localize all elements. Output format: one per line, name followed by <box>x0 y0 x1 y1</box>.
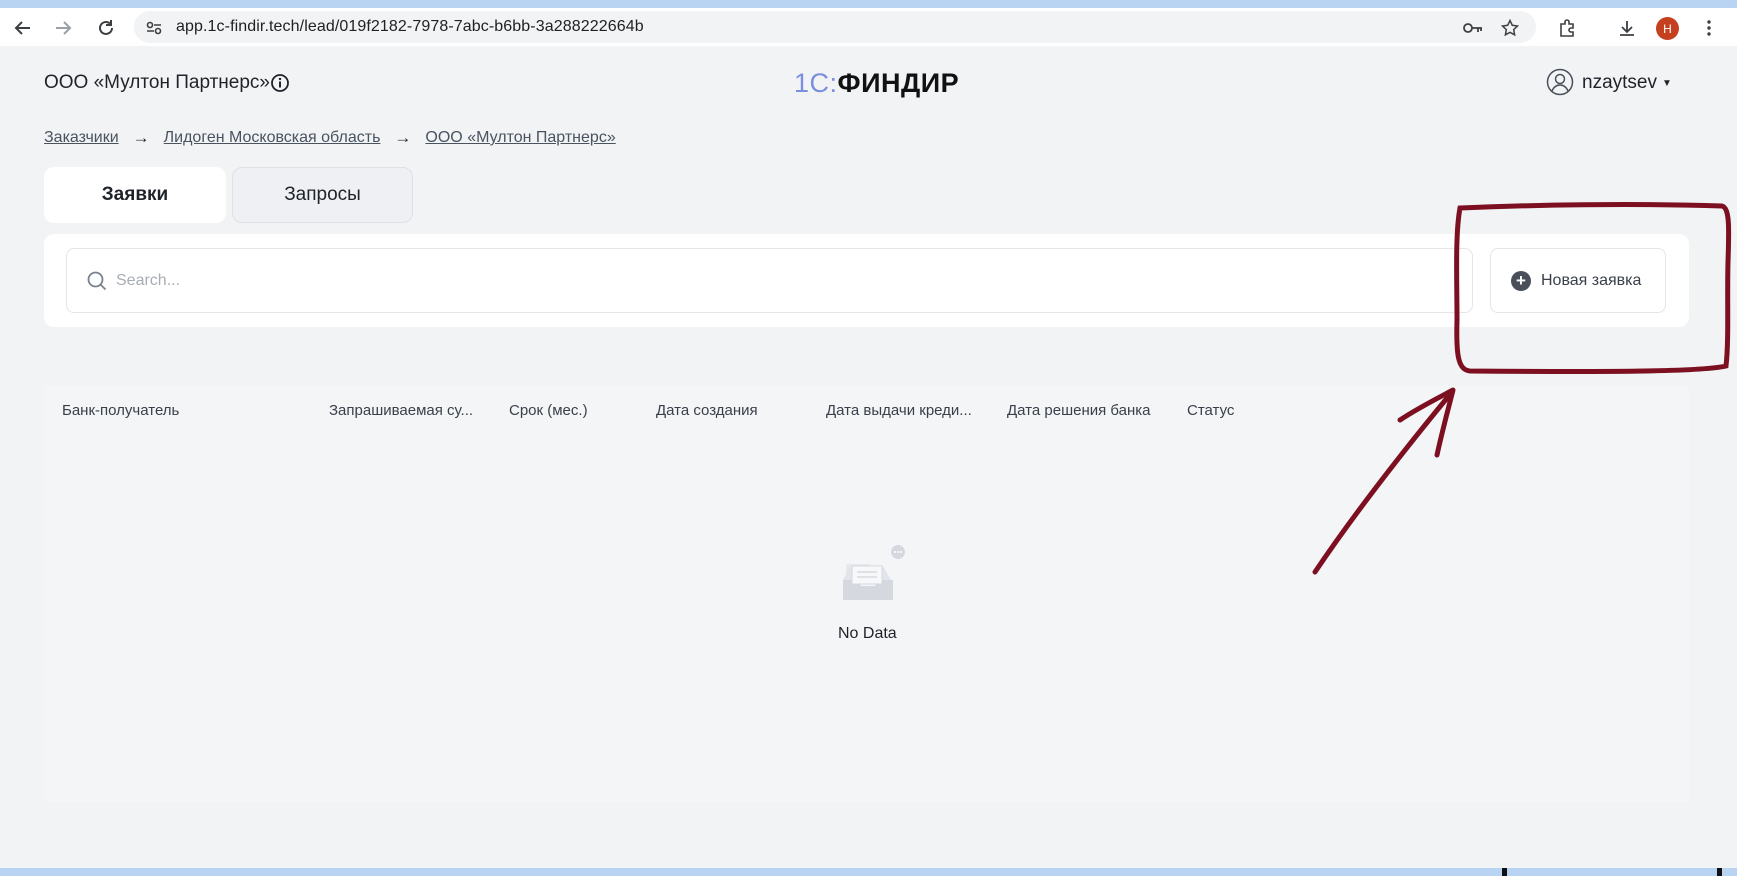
breadcrumb-company[interactable]: ООО «Мултон Партнерс» <box>425 129 615 147</box>
user-avatar-icon[interactable] <box>1546 68 1574 96</box>
breadcrumb-separator: → <box>394 128 412 147</box>
new-request-label: Новая заявка <box>1541 271 1642 289</box>
url-text[interactable]: app.1c-findir.tech/lead/019f2182-7978-7a… <box>176 18 644 36</box>
column-header-decision-date[interactable]: Дата решения банка <box>1007 402 1151 419</box>
empty-inbox-icon <box>838 544 928 610</box>
extensions-icon[interactable] <box>1554 15 1580 41</box>
column-header-issue-date[interactable]: Дата выдачи креди... <box>826 402 972 419</box>
browser-toolbar: app.1c-findir.tech/lead/019f2182-7978-7a… <box>0 8 1737 46</box>
breadcrumb-separator: → <box>132 128 150 147</box>
back-arrow-icon[interactable] <box>10 15 36 41</box>
password-key-icon[interactable] <box>1460 15 1486 41</box>
search-icon <box>86 270 108 292</box>
column-header-amount[interactable]: Запрашиваемая су... <box>329 402 473 419</box>
column-header-status[interactable]: Статус <box>1187 402 1234 419</box>
column-header-bank[interactable]: Банк-получатель <box>62 402 179 419</box>
reload-icon[interactable] <box>93 15 119 41</box>
search-input[interactable] <box>116 268 1456 294</box>
bookmark-star-icon[interactable] <box>1497 15 1523 41</box>
user-menu-caret-icon[interactable]: ▼ <box>1662 78 1672 89</box>
app-logo[interactable]: 1С:ФИНДИР <box>794 68 959 99</box>
column-header-term[interactable]: Срок (мес.) <box>509 402 588 419</box>
company-name: ООО «Мултон Партнерс» <box>44 72 270 93</box>
empty-state-text: No Data <box>838 625 897 642</box>
breadcrumb: Заказчики → Лидоген Московская область →… <box>44 128 616 148</box>
info-icon[interactable] <box>270 73 290 93</box>
column-header-created[interactable]: Дата создания <box>656 402 758 419</box>
logo-name: ФИНДИР <box>837 68 960 98</box>
site-settings-icon[interactable] <box>141 15 167 41</box>
breadcrumb-customers[interactable]: Заказчики <box>44 129 119 147</box>
tab-requests[interactable]: Заявки <box>44 167 226 223</box>
plus-circle-icon: + <box>1511 270 1531 291</box>
window-bottom-strip <box>0 868 1737 876</box>
new-request-button[interactable]: + Новая заявка <box>1490 248 1666 313</box>
profile-avatar[interactable]: Н <box>1656 17 1679 40</box>
logo-prefix: 1С: <box>794 68 838 98</box>
window-top-strip <box>0 0 1737 8</box>
forward-arrow-icon[interactable] <box>50 15 76 41</box>
download-icon[interactable] <box>1614 15 1640 41</box>
username[interactable]: nzaytsev <box>1582 72 1657 94</box>
browser-menu-icon[interactable] <box>1696 15 1722 41</box>
breadcrumb-leadgen[interactable]: Лидоген Московская область <box>164 129 381 147</box>
taskbar-edge <box>1502 868 1722 876</box>
tab-queries[interactable]: Запросы <box>232 167 413 223</box>
